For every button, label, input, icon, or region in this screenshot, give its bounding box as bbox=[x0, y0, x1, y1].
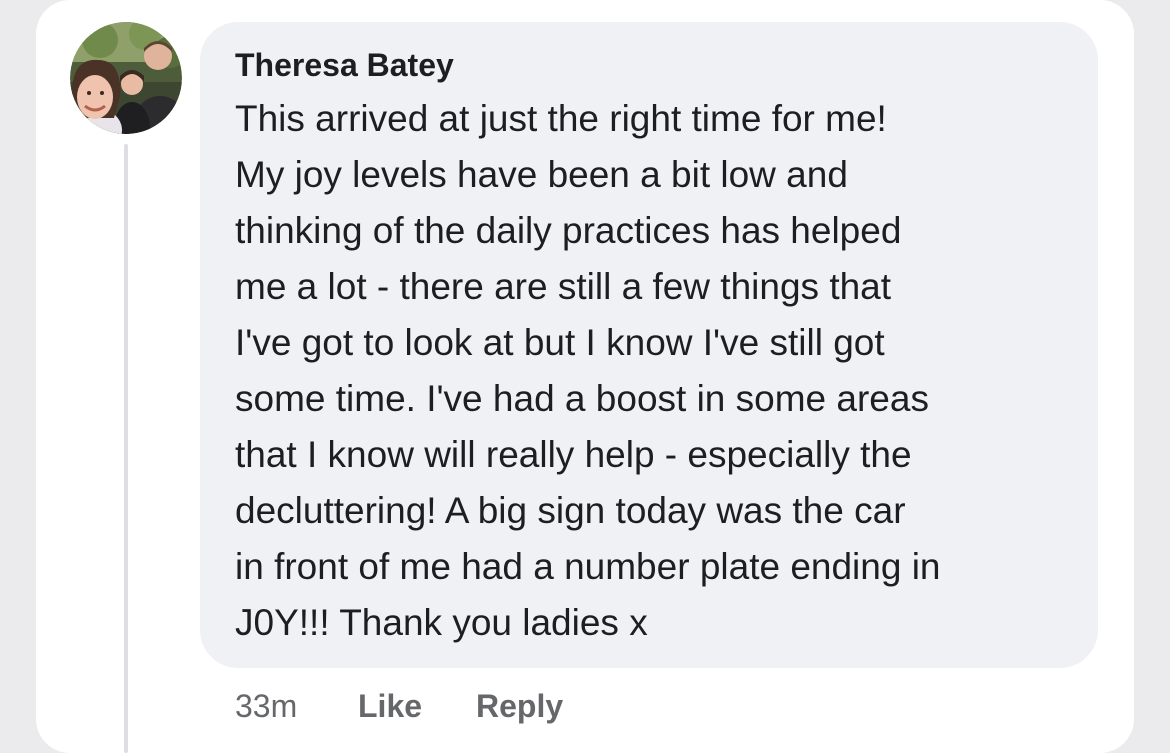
comment-text-line: some time. I've had a boost in some area… bbox=[235, 378, 929, 419]
comment-text-line: thinking of the daily practices has help… bbox=[235, 210, 902, 251]
comment-text: This arrived at just the right time for … bbox=[235, 91, 1085, 651]
comment-text-line: in front of me had a number plate ending… bbox=[235, 546, 941, 587]
comment-text-line: decluttering! A big sign today was the c… bbox=[235, 490, 906, 531]
comment-timestamp[interactable]: 33m bbox=[235, 684, 297, 728]
reply-button[interactable]: Reply bbox=[476, 684, 563, 728]
avatar-photo-icon bbox=[70, 22, 182, 134]
comment-text-line: My joy levels have been a bit low and bbox=[235, 154, 848, 195]
comment-text-line: me a lot - there are still a few things … bbox=[235, 266, 892, 307]
comment-text-line: J0Y!!! Thank you ladies x bbox=[235, 602, 648, 643]
reply-thread-line bbox=[124, 144, 128, 753]
comment-text-line: I've got to look at but I know I've stil… bbox=[235, 322, 885, 363]
comment-text-line: that I know will really help - especiall… bbox=[235, 434, 912, 475]
like-button[interactable]: Like bbox=[358, 684, 422, 728]
comment-author-name[interactable]: Theresa Batey bbox=[235, 45, 454, 85]
avatar[interactable] bbox=[70, 22, 182, 134]
comment-text-line: This arrived at just the right time for … bbox=[235, 98, 887, 139]
